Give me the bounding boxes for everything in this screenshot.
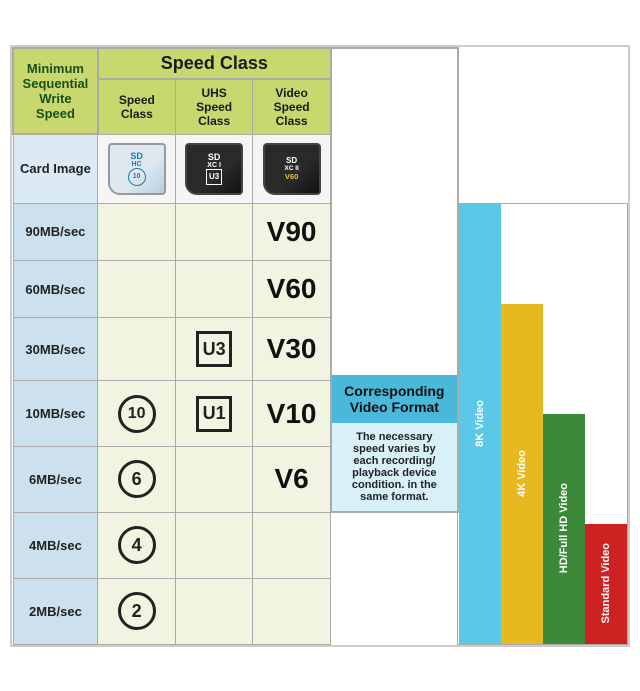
uhs-2 — [175, 578, 253, 644]
sdxc2-card-cell: SD XC II V60 — [253, 134, 331, 203]
uhs-4 — [175, 512, 253, 578]
video-60: V60 — [253, 260, 331, 317]
bar-hd-label: HD/Full HD Video — [558, 483, 570, 573]
row-90mb: 90MB/sec V90 8K Video 4K Video HD/Full — [13, 203, 628, 260]
video-speed-class-sub: VideoSpeedClass — [253, 79, 331, 135]
sdxc1-card-cell: SD XC I U3 — [175, 134, 253, 203]
class-90 — [98, 203, 176, 260]
card-image-text: Card Image — [20, 161, 91, 176]
speed-class-sub: SpeedClass — [98, 79, 176, 135]
speed-class-label: Speed Class — [161, 53, 268, 73]
video-4 — [253, 512, 331, 578]
class6-symbol: 6 — [118, 460, 156, 498]
speed-60: 60MB/sec — [13, 260, 98, 317]
video-format-title: Corresponding Video Format — [344, 383, 444, 415]
uhs-30: U3 — [175, 318, 253, 381]
card-image-label: Card Image — [13, 134, 98, 203]
bar-hd: HD/Full HD Video — [543, 414, 585, 644]
class-4: 4 — [98, 512, 176, 578]
uhs-90 — [175, 203, 253, 260]
speed-4: 4MB/sec — [13, 512, 98, 578]
video-format-header-cell: Corresponding Video Format — [332, 375, 457, 423]
speed-class-header: Speed Class — [98, 48, 331, 79]
uhs-60 — [175, 260, 253, 317]
class-2: 2 — [98, 578, 176, 644]
bar-8k: 8K Video — [459, 204, 501, 644]
bar-4k-label: 4K Video — [516, 450, 528, 497]
video-bars-data-cell: 8K Video 4K Video HD/Full HD Video Stand… — [458, 203, 628, 644]
speed-2: 2MB/sec — [13, 578, 98, 644]
sdxc2-card: SD XC II V60 — [263, 143, 321, 195]
uhs-speed-class-sub: UHSSpeedClass — [175, 79, 253, 135]
uhs1-symbol: U1 — [196, 396, 232, 432]
class-30 — [98, 318, 176, 381]
class2-symbol: 2 — [118, 592, 156, 630]
speed-90: 90MB/sec — [13, 203, 98, 260]
class-60 — [98, 260, 176, 317]
uhs-6 — [175, 447, 253, 513]
bar-standard: Standard Video — [585, 524, 627, 644]
video-6: V6 — [253, 447, 331, 513]
bar-standard-label: Standard Video — [600, 543, 612, 623]
uhs3-symbol: U3 — [196, 331, 232, 367]
class10-symbol: 10 — [118, 395, 156, 433]
speed-10: 10MB/sec — [13, 381, 98, 447]
video-90: V90 — [253, 203, 331, 260]
class4-symbol: 4 — [118, 526, 156, 564]
speed-6: 6MB/sec — [13, 447, 98, 513]
class-6: 6 — [98, 447, 176, 513]
uhs-10: U1 — [175, 381, 253, 447]
video-format-desc-cell: The necessary speed varies by each recor… — [332, 423, 457, 511]
min-write-speed-header: Minimum Sequential Write Speed — [13, 48, 98, 135]
left-header-label: Minimum Sequential Write Speed — [23, 61, 89, 121]
video-format-column: Corresponding Video Format The necessary… — [331, 48, 458, 513]
video-30: V30 — [253, 318, 331, 381]
bar-8k-label: 8K Video — [474, 400, 486, 447]
bar-4k: 4K Video — [501, 304, 543, 644]
video-2 — [253, 578, 331, 644]
speed-30: 30MB/sec — [13, 318, 98, 381]
video-format-desc: The necessary speed varies by each recor… — [352, 431, 437, 503]
video-10: V10 — [253, 381, 331, 447]
sdxc1-card: SD XC I U3 — [185, 143, 243, 195]
sdhc-card-cell: SD HC 10 — [98, 134, 176, 203]
class-10: 10 — [98, 381, 176, 447]
sdhc-card: SD HC 10 — [108, 143, 166, 195]
